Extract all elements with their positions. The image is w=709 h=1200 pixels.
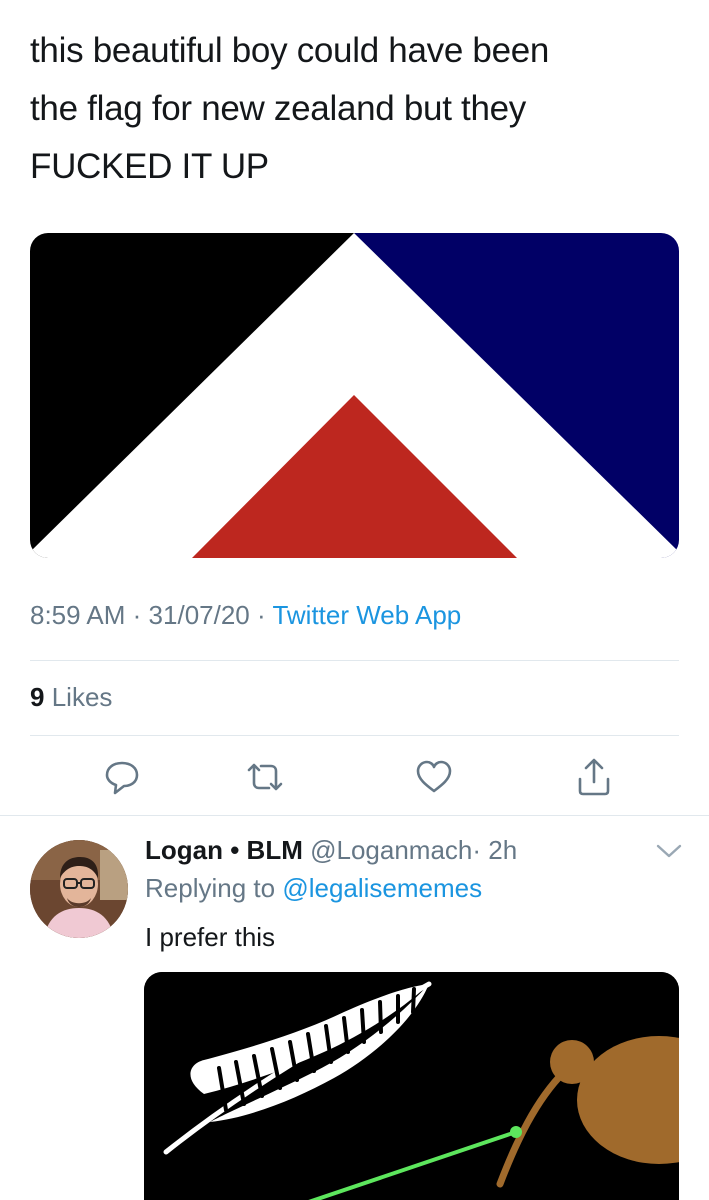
likes-stat[interactable]: 9 Likes	[30, 682, 112, 713]
replying-to-mention[interactable]: @legalisememes	[282, 873, 482, 903]
meta-separator: ·	[132, 600, 142, 630]
red-peak-flag-image[interactable]	[30, 233, 679, 558]
tweet-text: this beautiful boy could have been the f…	[30, 22, 680, 196]
tweet-meta: 8:59 AM · 31/07/20 · Twitter Web App	[30, 600, 461, 631]
tweet-text-line: this beautiful boy could have been	[30, 31, 550, 70]
reply-author-handle[interactable]: @Loganmach	[310, 835, 472, 865]
tweet-time: 8:59 AM	[30, 600, 126, 630]
chevron-down-icon	[656, 844, 682, 858]
reply-time: 2h	[488, 835, 518, 865]
likes-count: 9	[30, 682, 45, 712]
reply-header: Logan • BLM @Loganmach· 2h	[145, 835, 517, 866]
divider	[0, 815, 709, 816]
avatar[interactable]	[30, 840, 128, 938]
tweet-date: 31/07/20	[148, 600, 250, 630]
reply-button[interactable]	[100, 755, 144, 799]
likes-label: Likes	[51, 682, 113, 712]
tweet-text-line: FUCKED IT UP	[30, 147, 269, 186]
tweet-detail-screen: this beautiful boy could have been the f…	[0, 0, 709, 1200]
tweet-actions-bar	[0, 755, 709, 805]
reply-author-name[interactable]: Logan • BLM	[145, 835, 303, 865]
more-options-button[interactable]	[652, 840, 686, 864]
share-icon	[578, 758, 610, 796]
tweet-text-line: the flag for new zealand but they	[30, 89, 526, 128]
tweet-source-link[interactable]: Twitter Web App	[272, 600, 461, 630]
heart-icon	[416, 760, 452, 793]
replying-prefix: Replying to	[145, 873, 276, 903]
retweet-button[interactable]	[243, 755, 287, 799]
meta-separator: ·	[257, 600, 266, 630]
divider	[30, 660, 679, 661]
reply-separator: ·	[472, 835, 482, 865]
silver-fern-kiwi-flag-image[interactable]	[144, 972, 679, 1200]
retweet-icon	[247, 763, 283, 791]
replying-to: Replying to @legalisememes	[145, 873, 482, 904]
divider	[30, 735, 679, 736]
reply-icon	[105, 761, 139, 795]
reply-text: I prefer this	[145, 922, 276, 952]
share-button[interactable]	[572, 755, 616, 799]
like-button[interactable]	[412, 755, 456, 799]
